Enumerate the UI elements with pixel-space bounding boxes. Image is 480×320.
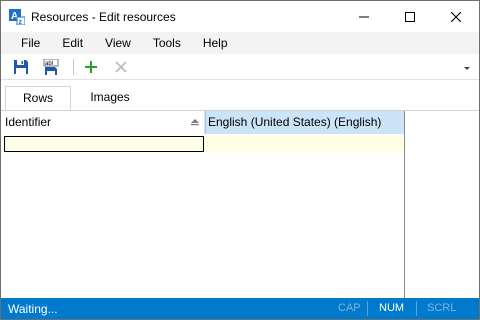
add-icon [85, 61, 97, 73]
menu-file[interactable]: File [10, 32, 51, 54]
num-lock-indicator: NUM [379, 302, 405, 314]
scroll-lock-indicator: SCRL [427, 302, 457, 314]
status-divider [416, 301, 417, 316]
status-divider [367, 301, 368, 316]
menu-tools[interactable]: Tools [142, 32, 192, 54]
close-button[interactable] [433, 1, 479, 32]
toolbar: abl [1, 54, 479, 80]
toolbar-separator [73, 59, 74, 75]
column-header-identifier[interactable]: Identifier [3, 111, 205, 134]
column-label-identifier: Identifier [5, 115, 52, 129]
window-title: Resources - Edit resources [31, 10, 176, 24]
delete-icon [115, 61, 127, 73]
menu-view[interactable]: View [94, 32, 142, 54]
menu-edit[interactable]: Edit [51, 32, 94, 54]
toolbar-overflow-button[interactable] [462, 62, 472, 72]
maximize-icon [405, 11, 415, 22]
title-bar[interactable]: A z Resources - Edit resources [1, 1, 479, 32]
add-button[interactable] [81, 57, 101, 77]
status-text: Waiting... [8, 302, 58, 316]
menu-bar: File Edit View Tools Help [1, 32, 479, 54]
save-button[interactable] [11, 57, 31, 77]
save-text-button[interactable]: abl [41, 57, 61, 77]
tab-images[interactable]: Images [75, 86, 145, 111]
main-window: A z Resources - Edit resources File Edit [0, 0, 480, 320]
resource-editor-icon[interactable]: A z [9, 9, 26, 26]
close-icon [451, 11, 461, 22]
caps-lock-indicator: CAP [338, 302, 361, 314]
column-label-english: English (United States) (English) [208, 115, 382, 129]
minimize-button[interactable] [341, 1, 387, 32]
save-text-icon: abl [43, 59, 59, 75]
chevron-down-icon [464, 67, 470, 70]
sort-ascending-icon[interactable] [191, 118, 199, 126]
english-cell[interactable] [205, 136, 404, 152]
tab-strip: Rows Images [1, 81, 479, 111]
column-header-english[interactable]: English (United States) (English) [205, 111, 404, 134]
svg-text:abl: abl [45, 61, 53, 67]
side-pane [405, 111, 479, 298]
table-row[interactable] [3, 135, 404, 152]
save-icon [14, 60, 28, 74]
svg-text:z: z [19, 19, 23, 25]
resource-grid[interactable]: Identifier English (United States) (Engl… [3, 111, 405, 298]
maximize-button[interactable] [387, 1, 433, 32]
grid-header: Identifier English (United States) (Engl… [3, 111, 404, 134]
minimize-icon [359, 16, 369, 17]
status-bar: Waiting... CAP NUM SCRL [1, 298, 479, 319]
identifier-cell[interactable] [4, 136, 204, 152]
tab-rows[interactable]: Rows [5, 86, 71, 111]
menu-help[interactable]: Help [192, 32, 239, 54]
delete-button[interactable] [111, 57, 131, 77]
